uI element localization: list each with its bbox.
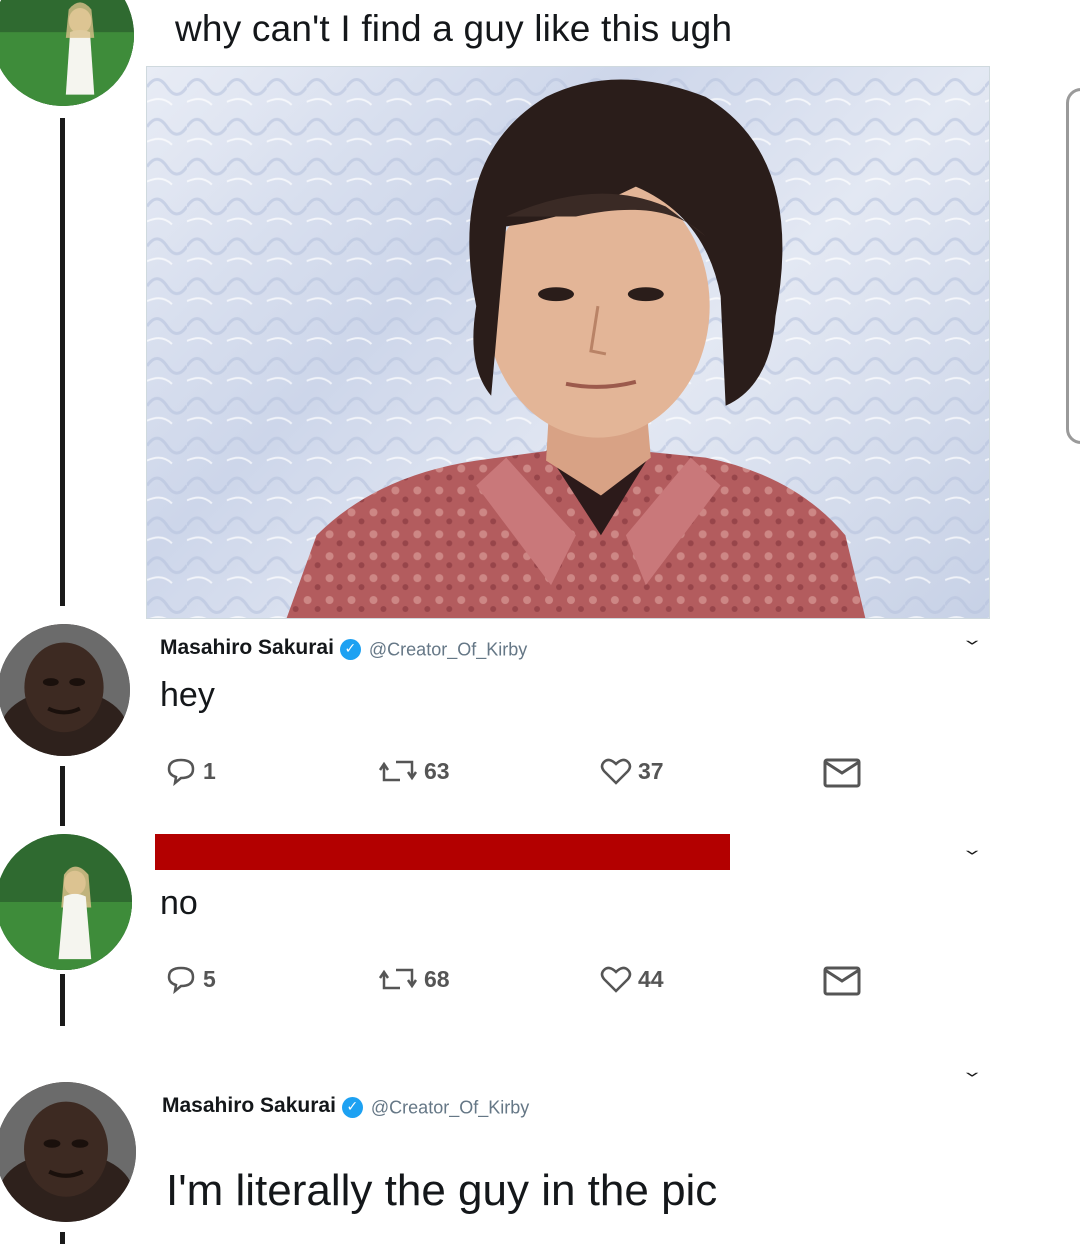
reply-count: 1 <box>203 757 216 784</box>
chevron-down-icon[interactable]: › <box>957 1071 990 1078</box>
author-handle[interactable]: @Creator_Of_Kirby <box>369 639 527 659</box>
like-count: 37 <box>638 757 664 784</box>
retweet-button[interactable]: 63 <box>378 756 450 786</box>
retweet-count: 68 <box>424 965 450 992</box>
envelope-icon <box>823 758 861 788</box>
retweet-icon <box>378 968 418 990</box>
author-handle[interactable]: @Creator_Of_Kirby <box>371 1097 529 1117</box>
verified-badge-icon: ✓ <box>339 639 361 661</box>
tweet-text: why can't I find a guy like this ugh <box>175 8 733 49</box>
author-name[interactable]: Masahiro Sakurai <box>162 1094 336 1117</box>
tweet-header: Masahiro Sakurai ✓ @Creator_Of_Kirby <box>160 636 527 661</box>
avatar[interactable] <box>0 1082 136 1222</box>
heart-icon <box>600 758 632 785</box>
thread-line <box>60 974 65 1026</box>
envelope-icon <box>823 966 861 996</box>
scroll-indicator[interactable] <box>1066 88 1080 444</box>
author-name[interactable]: Masahiro Sakurai <box>160 636 334 659</box>
thread-line <box>60 1232 65 1244</box>
reply-button[interactable]: 5 <box>165 964 216 994</box>
avatar[interactable] <box>0 834 132 970</box>
tweet-text: hey <box>160 676 215 714</box>
verified-badge-icon: ✓ <box>341 1097 363 1119</box>
reply-icon <box>167 966 195 994</box>
dm-button[interactable] <box>822 965 868 997</box>
chevron-down-icon[interactable]: › <box>957 849 990 856</box>
tweet-text: no <box>160 884 198 922</box>
reply-button[interactable]: 1 <box>165 756 216 786</box>
thread-line <box>60 118 65 606</box>
dm-button[interactable] <box>822 757 868 789</box>
retweet-count: 63 <box>424 757 450 784</box>
thread-line <box>60 766 65 826</box>
chevron-down-icon[interactable]: › <box>957 639 990 646</box>
like-button[interactable]: 44 <box>600 964 664 994</box>
like-button[interactable]: 37 <box>600 756 664 786</box>
redacted-name-bar <box>155 834 730 870</box>
reply-icon <box>167 758 195 786</box>
tweet-header: Masahiro Sakurai ✓ @Creator_Of_Kirby <box>162 1094 529 1119</box>
heart-icon <box>600 966 632 993</box>
reply-count: 5 <box>203 965 216 992</box>
like-count: 44 <box>638 965 664 992</box>
avatar[interactable] <box>0 0 134 106</box>
tweet-photo[interactable] <box>146 66 990 619</box>
tweet-text: I'm literally the guy in the pic <box>166 1166 718 1215</box>
retweet-icon <box>378 760 418 782</box>
avatar[interactable] <box>0 624 130 756</box>
retweet-button[interactable]: 68 <box>378 964 450 994</box>
